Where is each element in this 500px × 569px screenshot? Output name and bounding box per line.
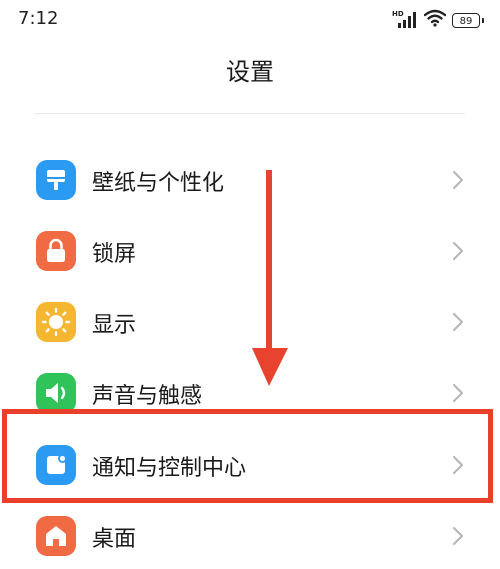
chevron-right-icon	[448, 237, 468, 265]
speaker-icon	[36, 373, 76, 413]
chevron-right-icon	[448, 308, 468, 336]
battery-icon: 89	[452, 12, 484, 28]
wallpaper-icon	[36, 160, 76, 200]
signal-icon: HD	[392, 11, 418, 29]
settings-item-label: 锁屏	[92, 242, 137, 267]
lock-icon	[36, 231, 76, 271]
status-icons: HD 89	[392, 9, 484, 31]
sun-icon	[36, 302, 76, 342]
chevron-right-icon	[448, 166, 468, 194]
page-title: 设置	[226, 58, 274, 86]
title-divider	[35, 113, 465, 114]
settings-item-home-screen[interactable]: 桌面	[0, 506, 500, 566]
status-time: 7:12	[18, 8, 59, 29]
settings-item-label: 声音与触感	[92, 384, 203, 409]
network-type-label: HD	[392, 10, 404, 18]
wifi-icon	[423, 9, 447, 31]
home-icon	[36, 516, 76, 556]
settings-item-label: 桌面	[92, 527, 137, 552]
settings-item-label: 显示	[92, 313, 137, 338]
chevron-right-icon	[448, 379, 468, 407]
settings-item-label: 壁纸与个性化	[92, 171, 225, 196]
chevron-right-icon	[448, 522, 468, 550]
down-arrow-annotation	[250, 170, 290, 390]
status-bar: 7:12 HD 89	[0, 0, 500, 40]
highlight-box-annotation	[2, 409, 493, 503]
